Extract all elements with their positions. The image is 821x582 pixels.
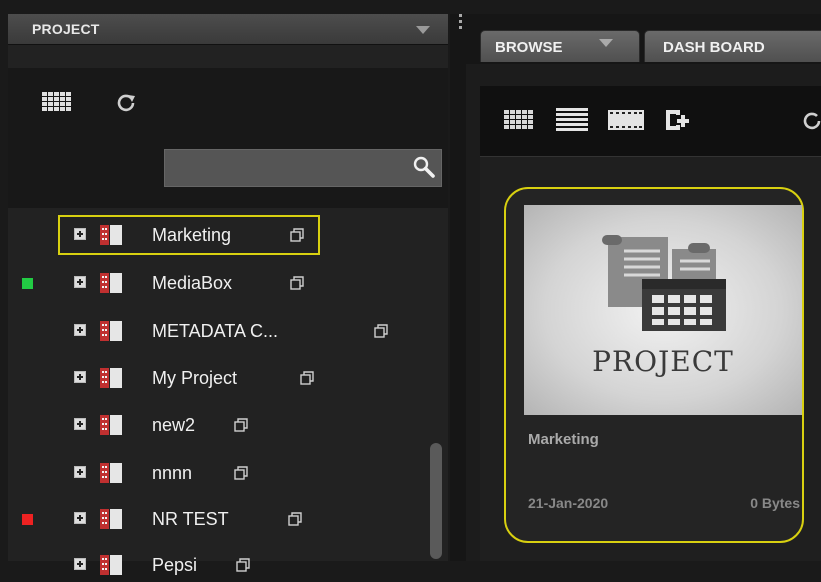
scrollbar-thumb[interactable] bbox=[430, 443, 442, 559]
tab-browse[interactable]: BROWSE bbox=[480, 30, 640, 62]
browse-panel: BROWSE DASH BOARD PROJECT Marketing 21-J… bbox=[466, 14, 821, 561]
expand-icon[interactable] bbox=[74, 276, 86, 288]
project-search bbox=[164, 149, 442, 187]
status-indicator bbox=[22, 420, 33, 431]
open-in-new-icon[interactable] bbox=[234, 418, 248, 432]
refresh-icon[interactable] bbox=[802, 110, 821, 130]
status-indicator bbox=[22, 468, 33, 479]
expand-icon[interactable] bbox=[74, 324, 86, 336]
project-icon bbox=[100, 463, 122, 483]
open-in-new-icon[interactable] bbox=[236, 558, 250, 572]
tree-item[interactable]: nnnn bbox=[8, 456, 428, 490]
tab-bar: BROWSE DASH BOARD bbox=[466, 14, 821, 64]
open-in-new-icon[interactable] bbox=[290, 228, 304, 242]
tree-item-label: NR TEST bbox=[152, 509, 229, 529]
project-icon bbox=[100, 368, 122, 388]
tree-item-label: Pepsi bbox=[152, 555, 198, 575]
tree-scrollbar[interactable] bbox=[430, 259, 442, 559]
project-icon bbox=[100, 555, 122, 575]
project-icon bbox=[100, 321, 122, 341]
open-in-new-icon[interactable] bbox=[290, 276, 304, 290]
grid-view-icon[interactable] bbox=[504, 110, 536, 130]
status-indicator bbox=[22, 278, 33, 289]
list-view-icon[interactable] bbox=[556, 108, 588, 132]
tree-item-label: new2 bbox=[152, 415, 196, 435]
expand-icon[interactable] bbox=[74, 466, 86, 478]
filmstrip-view-icon[interactable] bbox=[608, 110, 644, 130]
project-icon bbox=[100, 509, 122, 529]
project-icon bbox=[100, 273, 122, 293]
tree-item-label: Marketing bbox=[152, 225, 232, 245]
project-panel-header[interactable]: PROJECT bbox=[8, 14, 448, 45]
panel-divider[interactable] bbox=[450, 14, 466, 561]
status-indicator bbox=[22, 230, 33, 241]
tree-item-label: My Project bbox=[152, 368, 238, 388]
project-icon bbox=[100, 415, 122, 435]
browse-content: PROJECT Marketing 21-Jan-2020 0 Bytes bbox=[480, 157, 821, 561]
status-indicator bbox=[22, 326, 33, 337]
project-panel-title: PROJECT bbox=[32, 21, 100, 37]
tab-dashboard-label: DASH BOARD bbox=[663, 39, 765, 56]
status-indicator bbox=[22, 373, 33, 384]
tab-browse-label: BROWSE bbox=[495, 39, 563, 56]
status-indicator bbox=[22, 514, 33, 525]
project-icon bbox=[100, 225, 122, 245]
refresh-icon[interactable] bbox=[116, 92, 136, 112]
tree-item[interactable]: My Project bbox=[8, 361, 428, 395]
project-thumbnail[interactable]: PROJECT bbox=[524, 205, 802, 415]
project-panel: PROJECT Marketing MediaBox METADATA C... My… bbox=[8, 14, 448, 575]
tree-item[interactable]: METADATA C... bbox=[8, 314, 428, 348]
project-tree: Marketing MediaBox METADATA C... My Project… bbox=[8, 210, 433, 575]
drag-grip-icon[interactable] bbox=[459, 14, 462, 32]
tree-item[interactable]: Pepsi bbox=[8, 548, 428, 582]
expand-icon[interactable] bbox=[74, 371, 86, 383]
chevron-down-icon[interactable] bbox=[416, 26, 430, 34]
tree-item-label: nnnn bbox=[152, 463, 193, 483]
expand-icon[interactable] bbox=[74, 558, 86, 570]
open-in-new-icon[interactable] bbox=[300, 371, 314, 385]
card-size: 0 Bytes bbox=[750, 495, 800, 511]
open-in-new-icon[interactable] bbox=[288, 512, 302, 526]
tree-item-label: MediaBox bbox=[152, 273, 233, 293]
tree-item[interactable]: MediaBox bbox=[8, 266, 428, 300]
browse-toolbar bbox=[480, 86, 821, 157]
expand-icon[interactable] bbox=[74, 512, 86, 524]
project-icon bbox=[602, 235, 726, 331]
thumbnail-label: PROJECT bbox=[592, 345, 734, 378]
tree-item[interactable]: Marketing bbox=[8, 215, 428, 255]
open-in-new-icon[interactable] bbox=[374, 324, 388, 338]
tree-item[interactable]: new2 bbox=[8, 408, 428, 442]
status-indicator bbox=[22, 560, 33, 571]
chevron-down-icon[interactable] bbox=[599, 39, 613, 47]
project-card[interactable]: PROJECT Marketing 21-Jan-2020 0 Bytes bbox=[504, 187, 804, 543]
grid-view-icon[interactable] bbox=[42, 92, 72, 112]
project-toolbar bbox=[8, 68, 448, 208]
add-folder-icon[interactable] bbox=[664, 108, 692, 132]
search-icon[interactable] bbox=[413, 156, 435, 178]
tab-dashboard[interactable]: DASH BOARD bbox=[644, 30, 821, 62]
tree-item-label: METADATA C... bbox=[152, 321, 279, 341]
open-in-new-icon[interactable] bbox=[234, 466, 248, 480]
tree-item[interactable]: NR TEST bbox=[8, 502, 428, 536]
expand-icon[interactable] bbox=[74, 228, 86, 240]
card-date: 21-Jan-2020 bbox=[528, 495, 609, 511]
card-title: Marketing bbox=[528, 431, 599, 448]
search-input[interactable] bbox=[171, 156, 395, 182]
expand-icon[interactable] bbox=[74, 418, 86, 430]
